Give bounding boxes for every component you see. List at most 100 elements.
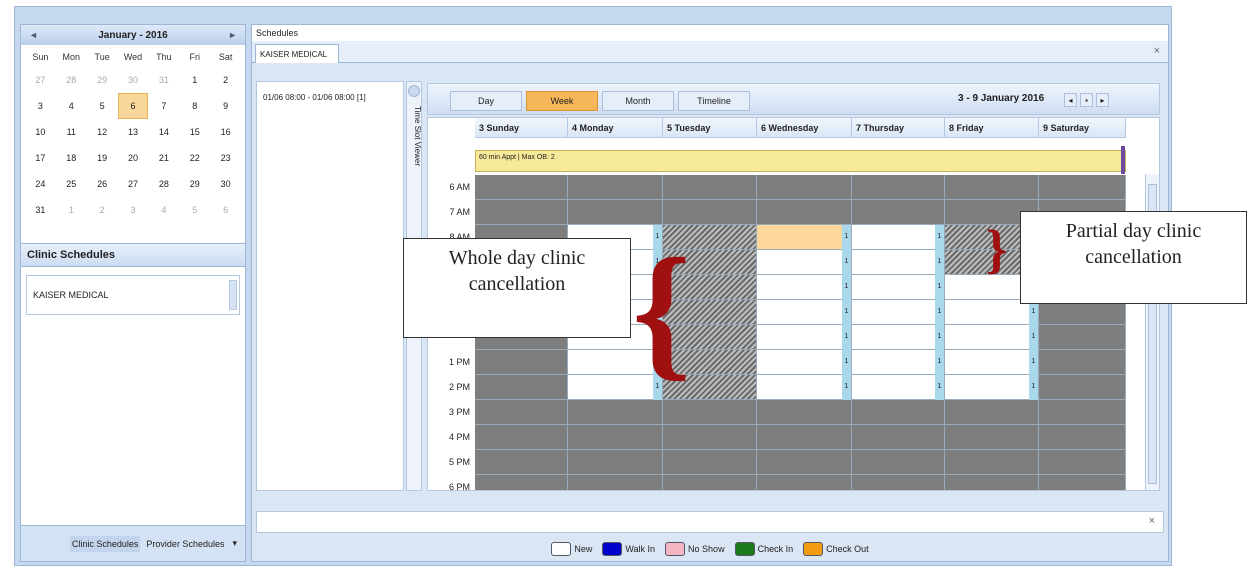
- time-slot-cell[interactable]: [757, 375, 852, 400]
- time-slot-entry[interactable]: 01/06 08:00 - 01/06 08:00 [1]: [263, 93, 366, 102]
- calendar-day[interactable]: 6: [117, 93, 149, 119]
- calendar-day[interactable]: 12: [87, 119, 118, 145]
- next-week-icon[interactable]: ▸: [1096, 93, 1109, 107]
- time-slot-cell[interactable]: [757, 400, 852, 425]
- time-slot-cell[interactable]: [945, 475, 1039, 490]
- time-slot-cell[interactable]: [852, 225, 945, 250]
- close-icon[interactable]: ×: [1154, 45, 1160, 57]
- time-slot-cell[interactable]: [945, 325, 1039, 350]
- time-slot-cell[interactable]: [663, 200, 757, 225]
- bottom-close-icon[interactable]: ×: [1149, 515, 1155, 527]
- calendar-day[interactable]: 3: [25, 93, 56, 119]
- calendar-day[interactable]: 31: [148, 67, 179, 93]
- calendar-day[interactable]: 2: [87, 197, 118, 223]
- calendar-day[interactable]: 29: [179, 171, 210, 197]
- calendar-day[interactable]: 14: [148, 119, 179, 145]
- calendar-day[interactable]: 30: [118, 67, 149, 93]
- day-header[interactable]: 8 Friday: [945, 118, 1039, 138]
- calendar-day[interactable]: 13: [118, 119, 149, 145]
- day-header[interactable]: 7 Thursday: [852, 118, 945, 138]
- time-slot-cell[interactable]: [1039, 475, 1126, 490]
- calendar-day[interactable]: 18: [56, 145, 87, 171]
- time-slot-cell[interactable]: [945, 425, 1039, 450]
- time-slot-cell[interactable]: [663, 425, 757, 450]
- calendar-day[interactable]: 23: [210, 145, 241, 171]
- day-view-button[interactable]: Day: [450, 91, 522, 111]
- time-slot-cell[interactable]: [475, 450, 568, 475]
- time-slot-cell[interactable]: [852, 175, 945, 200]
- time-slot-cell[interactable]: [757, 225, 852, 250]
- clinic-schedules-tab[interactable]: Clinic Schedules: [69, 535, 141, 552]
- time-slot-cell[interactable]: [945, 175, 1039, 200]
- time-slot-cell[interactable]: [663, 400, 757, 425]
- time-slot-cell[interactable]: [945, 450, 1039, 475]
- calendar-day[interactable]: 3: [118, 197, 149, 223]
- day-header[interactable]: 4 Monday: [568, 118, 663, 138]
- time-slot-cell[interactable]: [757, 475, 852, 490]
- time-slot-cell[interactable]: [663, 475, 757, 490]
- calendar-day[interactable]: 1: [56, 197, 87, 223]
- chevron-down-icon[interactable]: ▾: [230, 535, 239, 552]
- time-slot-cell[interactable]: [1039, 425, 1126, 450]
- time-slot-cell[interactable]: [852, 300, 945, 325]
- calendar-day[interactable]: 11: [56, 119, 87, 145]
- time-slot-cell[interactable]: [852, 475, 945, 490]
- prev-month-icon[interactable]: ◄: [29, 30, 38, 40]
- time-slot-cell[interactable]: [757, 300, 852, 325]
- time-slot-cell[interactable]: [852, 450, 945, 475]
- clinic-list-scrollbar[interactable]: [229, 280, 237, 310]
- time-slot-cell[interactable]: [475, 475, 568, 490]
- time-slot-cell[interactable]: [568, 200, 663, 225]
- time-slot-cell[interactable]: [568, 175, 663, 200]
- calendar-day[interactable]: 4: [56, 93, 87, 119]
- time-slot-cell[interactable]: [568, 450, 663, 475]
- time-slot-cell[interactable]: [852, 325, 945, 350]
- calendar-day[interactable]: 5: [87, 93, 118, 119]
- time-slot-cell[interactable]: [852, 400, 945, 425]
- time-slot-cell[interactable]: [852, 375, 945, 400]
- time-slot-cell[interactable]: [1039, 375, 1126, 400]
- calendar-day[interactable]: 2: [210, 67, 241, 93]
- time-slot-cell[interactable]: [757, 425, 852, 450]
- time-slot-cell[interactable]: [852, 200, 945, 225]
- time-slot-cell[interactable]: [1039, 175, 1126, 200]
- calendar-day[interactable]: 31: [25, 197, 56, 223]
- time-slot-cell[interactable]: [568, 425, 663, 450]
- calendar-day[interactable]: 26: [87, 171, 118, 197]
- calendar-day[interactable]: 10: [25, 119, 56, 145]
- time-slot-cell[interactable]: [757, 325, 852, 350]
- time-slot-cell[interactable]: [757, 175, 852, 200]
- calendar-day[interactable]: 16: [210, 119, 241, 145]
- time-slot-cell[interactable]: [568, 400, 663, 425]
- all-day-event[interactable]: 60 min Appt | Max OB: 2: [475, 150, 1126, 172]
- calendar-day[interactable]: 4: [148, 197, 179, 223]
- time-slot-cell[interactable]: [945, 400, 1039, 425]
- time-slot-cell[interactable]: [663, 175, 757, 200]
- day-header[interactable]: 6 Wednesday: [757, 118, 852, 138]
- calendar-day[interactable]: 19: [87, 145, 118, 171]
- time-slot-cell[interactable]: [852, 350, 945, 375]
- calendar-day[interactable]: 25: [56, 171, 87, 197]
- time-slot-cell[interactable]: [757, 250, 852, 275]
- time-slot-cell[interactable]: [757, 275, 852, 300]
- calendar-day[interactable]: 17: [25, 145, 56, 171]
- time-slot-cell[interactable]: [757, 350, 852, 375]
- time-slot-cell[interactable]: [757, 450, 852, 475]
- calendar-day[interactable]: 27: [25, 67, 56, 93]
- calendar-day[interactable]: 27: [118, 171, 149, 197]
- calendar-day[interactable]: 24: [25, 171, 56, 197]
- time-slot-cell[interactable]: [475, 350, 568, 375]
- month-view-button[interactable]: Month: [602, 91, 674, 111]
- calendar-day[interactable]: 28: [148, 171, 179, 197]
- time-slot-cell[interactable]: [1039, 450, 1126, 475]
- time-slot-cell[interactable]: [1039, 350, 1126, 375]
- time-slot-cell[interactable]: [663, 450, 757, 475]
- time-slot-cell[interactable]: [475, 400, 568, 425]
- prev-week-icon[interactable]: ◂: [1064, 93, 1077, 107]
- day-header[interactable]: 5 Tuesday: [663, 118, 757, 138]
- time-slot-cell[interactable]: [1039, 400, 1126, 425]
- calendar-day[interactable]: 28: [56, 67, 87, 93]
- calendar-day[interactable]: 5: [179, 197, 210, 223]
- calendar-day[interactable]: 6: [210, 197, 241, 223]
- provider-schedules-tab[interactable]: Provider Schedules: [144, 536, 226, 552]
